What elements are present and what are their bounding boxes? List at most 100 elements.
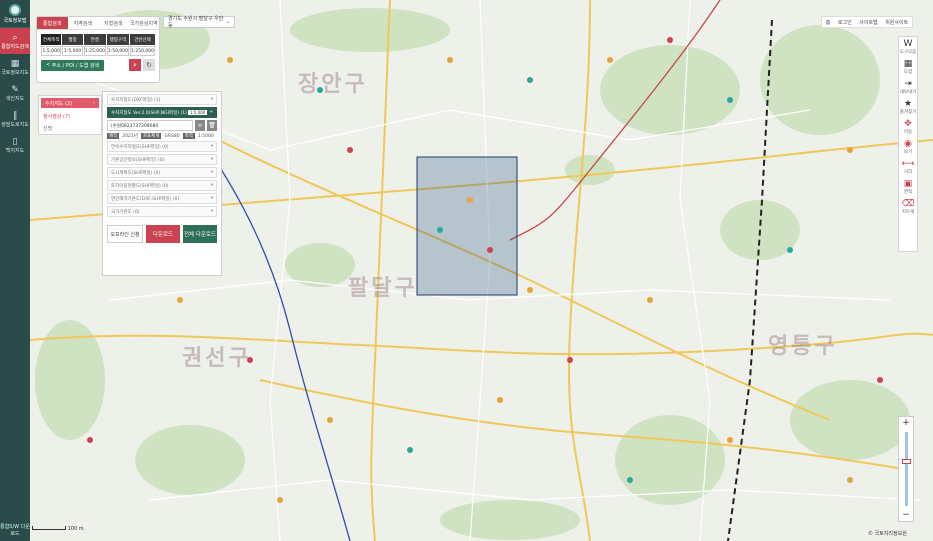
- meta-key: 축척: [182, 133, 195, 139]
- layer-item[interactable]: 수치지형도(DXF파일) (1) ▾: [107, 94, 217, 105]
- map-search-icon: ⌕: [12, 32, 18, 43]
- scale-value[interactable]: 1:250,000: [130, 46, 155, 56]
- layer-item[interactable]: 국가기본도 (0) ▾: [107, 206, 217, 217]
- chevron-down-icon: ⌄: [225, 19, 230, 25]
- meta-value: 2021년: [122, 134, 138, 139]
- tool-label: 즐겨찾기: [899, 110, 917, 115]
- scale-option[interactable]: 전체축척: [41, 34, 62, 45]
- layer-item-selected[interactable]: 수치지형도 Ver.2.0(SHP,NGI파일) (1) 1:5,000 +: [107, 107, 217, 118]
- search-button[interactable]: ⌕: [129, 59, 141, 71]
- tool-move[interactable]: ✥ 이동: [899, 117, 917, 137]
- pen-icon: ✎: [11, 84, 19, 95]
- scale-selector: 전체축척 행정 연결 행정구역 건반선택 1:5,000 1:5,000 1:2…: [41, 34, 155, 56]
- link-home[interactable]: 홈: [826, 19, 831, 26]
- tool-star[interactable]: ★ 즐겨찾기: [899, 97, 917, 117]
- layer-item-label: 연안해역기본도(DXF,SHP파일) (0): [111, 196, 180, 202]
- scale-option[interactable]: 연결: [83, 34, 106, 45]
- layer-category-other[interactable]: 선명: [39, 122, 101, 134]
- tool-w[interactable]: W 도구모음: [899, 37, 917, 57]
- chevron-down-icon: ▾: [210, 144, 213, 149]
- zoom-in-button[interactable]: +: [902, 417, 910, 429]
- layer-item-label: 연속수치지형도(SHP파일) (0): [111, 144, 169, 150]
- layer-item-label: 수치지형도(DXF파일) (1): [111, 97, 161, 103]
- scale-value[interactable]: 1:25,000: [83, 46, 106, 56]
- rail-item-index[interactable]: ✎ 색인지도: [0, 80, 30, 106]
- rail-item-search[interactable]: ⌕ 통합지도검색: [0, 28, 30, 54]
- district-label: 장안구: [298, 72, 368, 97]
- logo-icon: [9, 3, 21, 16]
- tool-label: 내보내기: [899, 90, 917, 95]
- scale-bar-line: [32, 526, 66, 530]
- eraser-icon: ⌫: [901, 199, 915, 209]
- tab-terrain[interactable]: 지형검색: [98, 17, 129, 29]
- selected-tile: [416, 156, 518, 296]
- reset-button[interactable]: ↻: [143, 59, 155, 71]
- tool-label: 거리: [903, 170, 913, 175]
- scale-value[interactable]: 1:5,000: [62, 46, 83, 56]
- logo-label: 국토정보맵: [3, 17, 27, 24]
- layer-category-digital-map[interactable]: 수치지도 (2) ›: [41, 98, 99, 108]
- address-search-button[interactable]: < 주소 / POI / 도엽 검색: [41, 59, 105, 71]
- scale-value[interactable]: 1:50,000: [106, 46, 129, 56]
- download-button[interactable]: 다운로드: [146, 225, 180, 243]
- rail-item-label: 통합지도검색: [1, 43, 29, 50]
- layer-item[interactable]: 연안해역기본도(DXF,SHP파일) (0) ▾: [107, 193, 217, 204]
- tool-export[interactable]: ⇥ 내보내기: [899, 77, 917, 97]
- link-login[interactable]: 로그인: [838, 19, 852, 26]
- tab-interest[interactable]: 국가관심지역: [129, 17, 160, 29]
- tool-label: 도구모음: [899, 50, 917, 55]
- layer-item[interactable]: 기본공간정보(SHP파일) (0) ▾: [107, 154, 217, 165]
- tab-integrated[interactable]: 통합검색: [37, 17, 68, 29]
- download-sw[interactable]: 통합S/W 다운로드: [0, 523, 30, 537]
- road-icon: ∥: [12, 110, 18, 121]
- zoom-out-button[interactable]: −: [902, 509, 910, 521]
- layer-item[interactable]: 도시계획도(SHP파일) (0) ▾: [107, 167, 217, 178]
- district-label: 영통구: [768, 334, 838, 359]
- tool-distance[interactable]: ⟷ 거리: [899, 157, 917, 177]
- link-committee[interactable]: 위원사이트: [885, 19, 908, 26]
- scale-option[interactable]: 행정: [62, 34, 83, 45]
- district-label: 팔달구: [348, 276, 418, 301]
- star-icon: ★: [903, 99, 913, 109]
- rail-item-blank[interactable]: ▯ 백지지도: [0, 132, 30, 158]
- layer-category-menu: 수치지도 (2) › 정사영상 (7) 선명: [38, 95, 102, 135]
- plus-icon: +: [209, 110, 213, 115]
- link-icon[interactable]: ∞: [195, 120, 205, 131]
- tool-label: 도엽: [903, 70, 913, 75]
- zoom-slider[interactable]: [901, 432, 911, 506]
- rail-item-label: 색인지도: [5, 95, 25, 102]
- location-dropdown[interactable]: 경기도 수원시 팔달구 우만동 ⌄: [163, 16, 235, 29]
- rail-item-layers[interactable]: ▦ 국토정보지도: [0, 54, 30, 80]
- meta-key: 좌표체계: [140, 133, 162, 139]
- chevron-down-icon: ▾: [210, 170, 213, 175]
- link-sitemap[interactable]: 사이트맵: [859, 19, 877, 26]
- layer-item-label: 토지이용현황도(SHP파일) (0): [111, 183, 169, 189]
- tab-region[interactable]: 지역검색: [68, 17, 99, 29]
- offline-request-button[interactable]: 오프라인 신청: [107, 225, 143, 243]
- scale-option[interactable]: 건반선택: [130, 34, 155, 45]
- tool-area[interactable]: ▣ 면적: [899, 177, 917, 197]
- scale-value[interactable]: 1:5,000: [41, 46, 62, 56]
- search-icon: ⌕: [133, 60, 137, 69]
- layer-category-ortho[interactable]: 정사영상 (7): [39, 110, 101, 122]
- tool-view[interactable]: ◉ 보기: [899, 137, 917, 157]
- scale-pill: 1:5,000: [187, 110, 208, 115]
- tool-label: 이동: [903, 130, 913, 135]
- tool-eraser[interactable]: ⌫ 지우개: [899, 197, 917, 217]
- tool-label: 지우개: [901, 210, 915, 215]
- scale-option[interactable]: 행정구역: [106, 34, 129, 45]
- delete-icon[interactable]: 🗑: [207, 120, 217, 131]
- area-icon: ▣: [903, 179, 913, 189]
- tool-grid[interactable]: ▦ 도엽: [899, 57, 917, 77]
- layer-category-label: 수치지도 (2): [45, 100, 73, 107]
- layer-item-label: 도시계획도(SHP파일) (0): [111, 170, 161, 176]
- zoom-handle[interactable]: [901, 458, 911, 464]
- meta-value: 1:5000: [197, 133, 214, 139]
- download-all-button[interactable]: 전체 다운로드: [183, 225, 217, 243]
- layer-item[interactable]: 연속수치지형도(SHP파일) (0) ▾: [107, 141, 217, 152]
- layers-icon: ▦: [10, 58, 20, 69]
- rail-item-road[interactable]: ∥ 정밀도로지도: [0, 106, 30, 132]
- tool-label: 면적: [903, 190, 913, 195]
- logo[interactable]: 국토정보맵: [0, 0, 30, 28]
- layer-item[interactable]: 토지이용현황도(SHP파일) (0) ▾: [107, 180, 217, 191]
